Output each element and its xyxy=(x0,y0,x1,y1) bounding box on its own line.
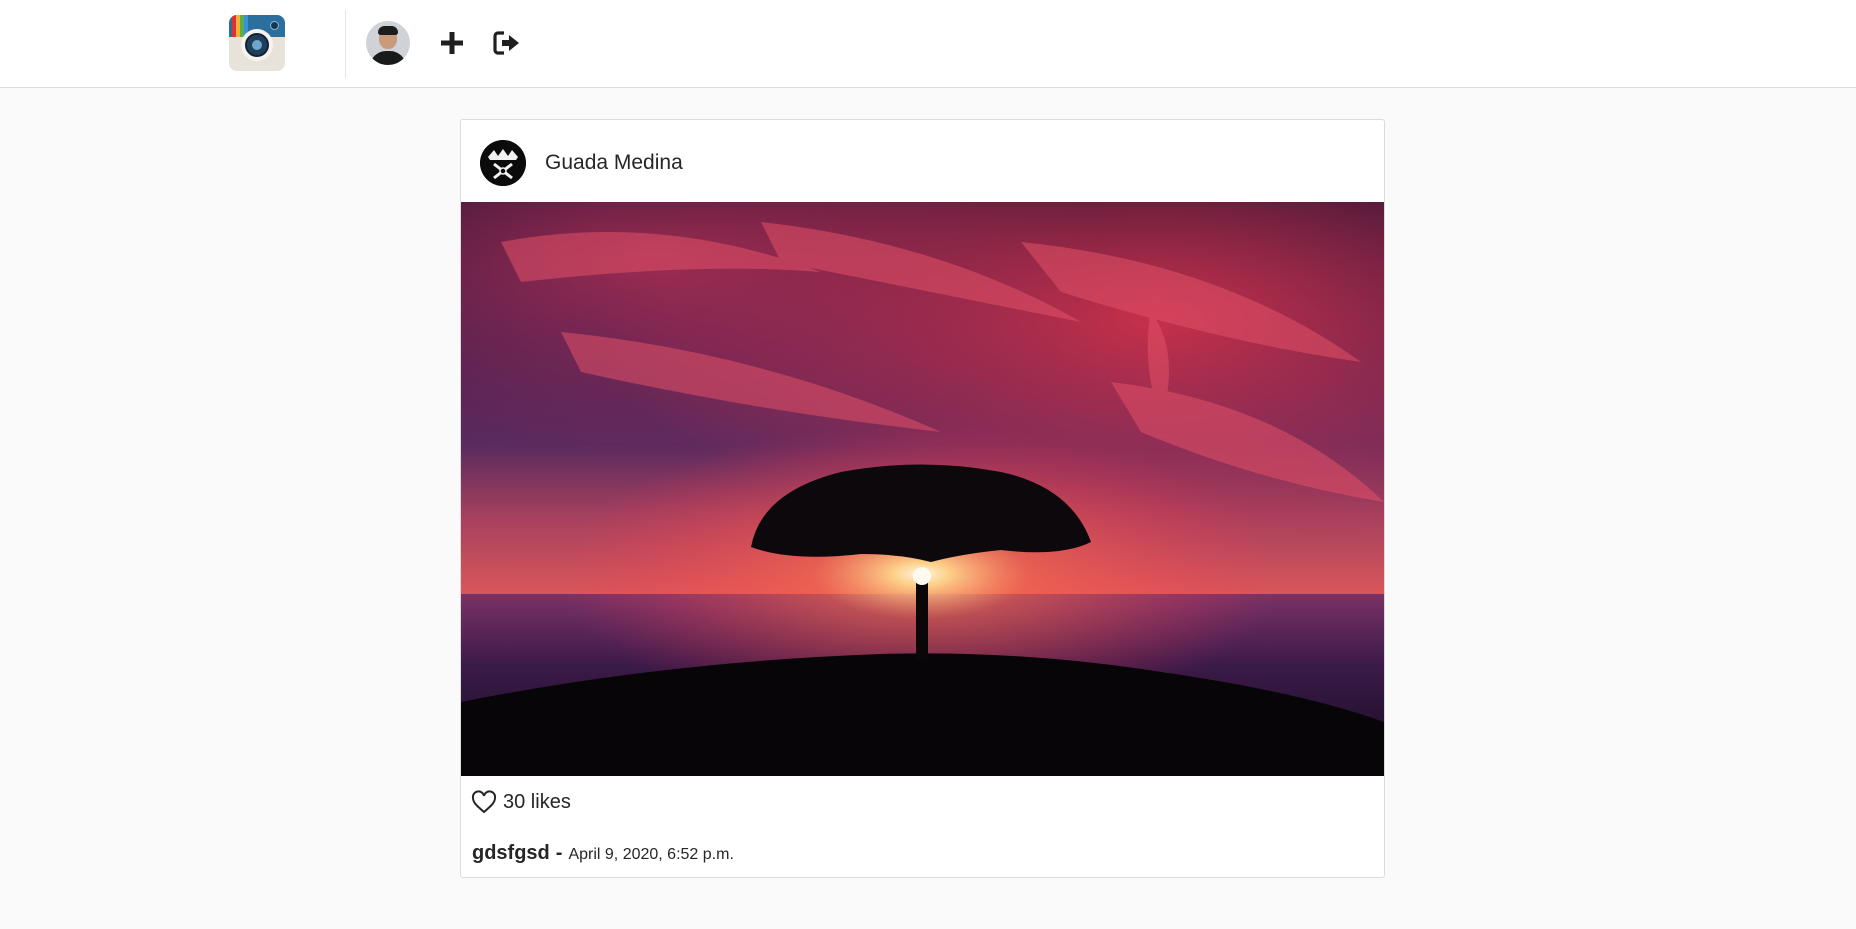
profile-avatar[interactable] xyxy=(366,21,410,65)
post-author-name[interactable]: Guada Medina xyxy=(545,151,683,175)
likes-row: 30 likes xyxy=(471,784,571,820)
nav-divider xyxy=(345,10,346,78)
caption-separator: - xyxy=(555,842,563,864)
camera-logo-icon[interactable] xyxy=(229,15,285,71)
caption-username[interactable]: gdsfgsd xyxy=(472,842,550,864)
post-card: Guada Medina 30 likes gdsfgsd - April 9,… xyxy=(460,119,1385,878)
author-avatar[interactable] xyxy=(480,140,526,186)
post-caption: gdsfgsd - April 9, 2020, 6:52 p.m. xyxy=(472,842,734,865)
top-navbar xyxy=(0,0,1856,88)
post-photo[interactable] xyxy=(461,202,1384,776)
likes-count: 30 likes xyxy=(503,790,571,813)
sign-out-icon[interactable] xyxy=(492,28,522,58)
post-timestamp: April 9, 2020, 6:52 p.m. xyxy=(568,846,734,863)
plus-icon[interactable] xyxy=(437,28,467,58)
heart-outline-icon[interactable] xyxy=(471,790,497,814)
